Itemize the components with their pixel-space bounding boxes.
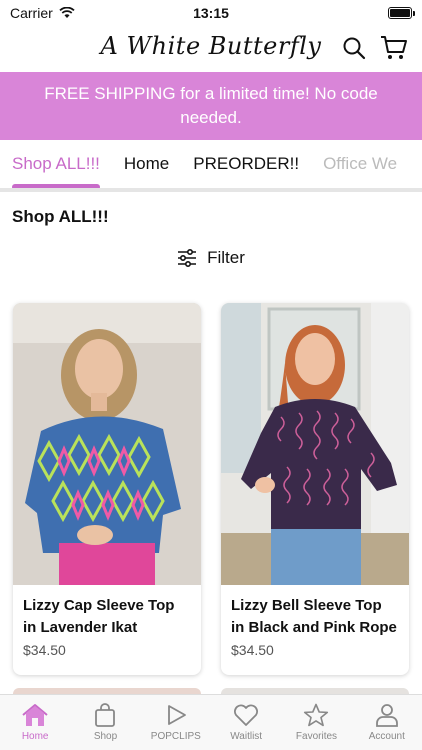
tab-preorder[interactable]: PREORDER!! bbox=[193, 140, 299, 188]
cart-icon bbox=[381, 36, 407, 59]
tab-bar-favorites[interactable]: Favorites bbox=[281, 695, 351, 750]
bottom-tab-bar: Home Shop POPCLIPS Waitlist Favorites Ac… bbox=[0, 694, 422, 750]
tab-bar-shop[interactable]: Shop bbox=[70, 695, 140, 750]
search-button[interactable] bbox=[340, 34, 368, 62]
tab-bar-home[interactable]: Home bbox=[0, 695, 70, 750]
play-icon bbox=[167, 705, 186, 725]
tab-bar-label: Home bbox=[21, 731, 49, 742]
carrier-label: Carrier bbox=[10, 5, 53, 21]
product-price: $34.50 bbox=[231, 642, 274, 658]
promo-text: FREE SHIPPING for a limited time! No cod… bbox=[44, 84, 378, 127]
product-name[interactable]: Lizzy Cap Sleeve Top in Lavender Ikat bbox=[23, 595, 191, 639]
product-info: Lizzy Bell Sleeve Top in Black and Pink … bbox=[221, 585, 409, 668]
tab-bar-waitlist[interactable]: Waitlist bbox=[211, 695, 281, 750]
tab-bar-popclips[interactable]: POPCLIPS bbox=[141, 695, 211, 750]
tab-bar-label: Shop bbox=[93, 731, 118, 742]
wifi-icon bbox=[59, 7, 75, 18]
tab-bar-label: Favorites bbox=[295, 731, 338, 742]
tab-bar-label: Waitlist bbox=[230, 731, 263, 742]
tab-bar-label: Account bbox=[368, 731, 405, 742]
bag-icon bbox=[95, 703, 116, 727]
app-header: A White Butterfly bbox=[0, 26, 422, 72]
product-price: $34.50 bbox=[23, 642, 66, 658]
product-image[interactable] bbox=[13, 303, 201, 585]
product-image[interactable] bbox=[221, 303, 409, 585]
tab-shop-all[interactable]: Shop ALL!!! bbox=[12, 140, 100, 188]
tab-bar-account[interactable]: Account bbox=[352, 695, 422, 750]
tab-bar-label: POPCLIPS bbox=[150, 731, 201, 742]
filter-label: Filter bbox=[207, 248, 245, 267]
battery-icon bbox=[388, 7, 415, 19]
filter-button[interactable]: Filter bbox=[0, 248, 422, 268]
tab-office-wear[interactable]: Office We bbox=[323, 140, 397, 188]
status-bar: Carrier 13:15 bbox=[0, 0, 422, 26]
product-name[interactable]: Lizzy Bell Sleeve Top in Black and Pink … bbox=[231, 595, 399, 639]
cart-button[interactable] bbox=[380, 34, 408, 62]
promo-banner[interactable]: FREE SHIPPING for a limited time! No cod… bbox=[0, 72, 422, 140]
status-left: Carrier bbox=[10, 5, 75, 21]
tab-home[interactable]: Home bbox=[124, 140, 169, 188]
page-title: Shop ALL!!! bbox=[12, 207, 109, 226]
home-icon bbox=[22, 704, 48, 726]
product-info: Lizzy Cap Sleeve Top in Lavender Ikat $3… bbox=[13, 585, 201, 668]
sliders-icon bbox=[178, 249, 197, 267]
header-actions bbox=[340, 34, 408, 62]
heart-icon bbox=[234, 704, 259, 726]
product-card[interactable]: Lizzy Cap Sleeve Top in Lavender Ikat $3… bbox=[13, 303, 201, 675]
person-icon bbox=[375, 704, 398, 727]
category-tabs: Shop ALL!!! Home PREORDER!! Office We bbox=[0, 140, 422, 192]
search-icon bbox=[343, 37, 366, 60]
product-card[interactable]: Lizzy Bell Sleeve Top in Black and Pink … bbox=[221, 303, 409, 675]
star-icon bbox=[304, 703, 329, 727]
